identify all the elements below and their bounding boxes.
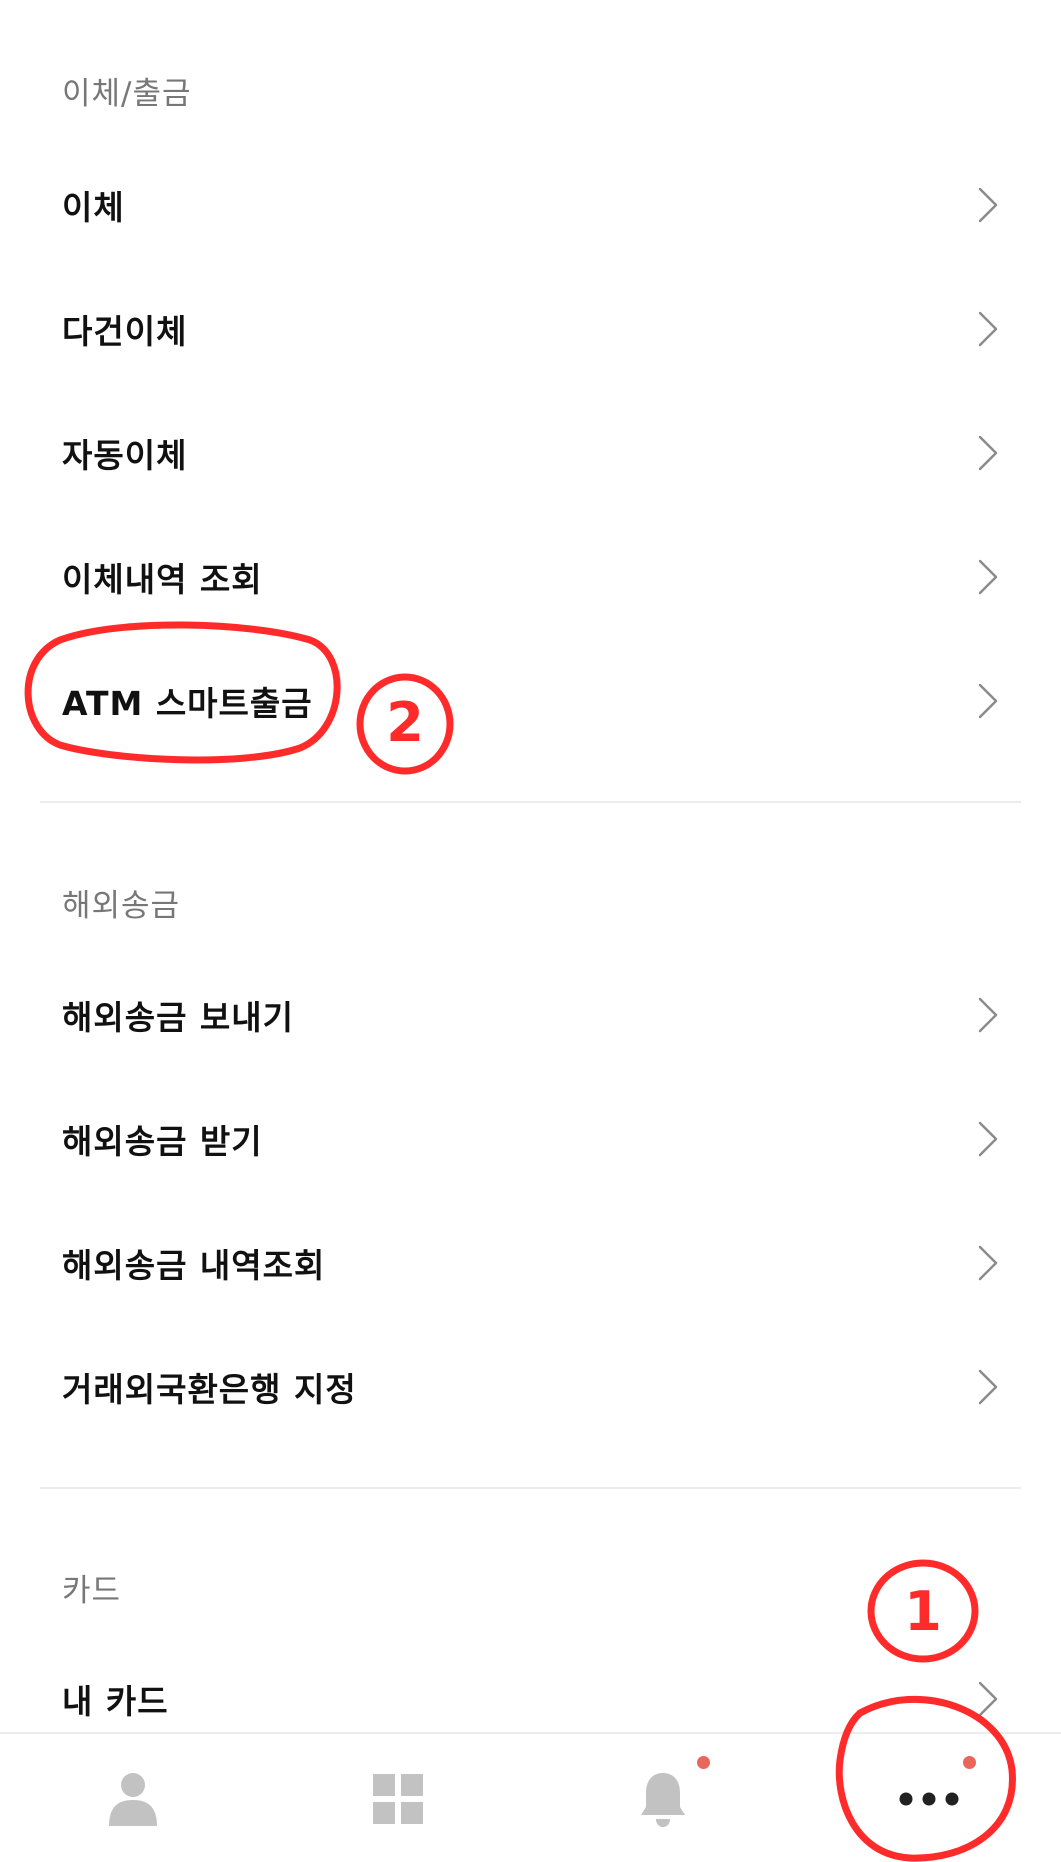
section-title-overseas-remittance: 해외송금 xyxy=(62,888,181,924)
notification-badge xyxy=(697,1756,710,1769)
menu-item-designate-fx-bank[interactable]: 거래외국환은행 지정 xyxy=(0,1325,1061,1449)
bell-icon xyxy=(640,1773,685,1827)
menu-item-label: 자동이체 xyxy=(62,436,188,475)
menu-item-multi-transfer[interactable]: 다건이체 xyxy=(0,267,1061,391)
menu-item-label: 해외송금 보내기 xyxy=(62,998,295,1037)
section-divider xyxy=(40,1487,1021,1489)
section-title-transfer: 이체/출금 xyxy=(62,76,192,112)
nav-home-grid-button[interactable] xyxy=(265,1734,530,1862)
person-icon xyxy=(108,1773,157,1826)
nav-profile-button[interactable] xyxy=(0,1734,265,1862)
menu-item-atm-smart-withdrawal[interactable]: ATM 스마트출금 xyxy=(0,639,1061,763)
menu-item-label: 내 카드 xyxy=(62,1682,169,1721)
nav-notifications-button[interactable] xyxy=(530,1734,795,1862)
chevron-right-icon xyxy=(977,310,999,348)
menu-screen: 이체/출금 이체 다건이체 자동이체 이체내역 조회 ATM 스마트출금 해외송… xyxy=(0,0,1061,1862)
menu-item-label: 거래외국환은행 지정 xyxy=(62,1370,357,1409)
menu-item-label: 다건이체 xyxy=(62,312,188,351)
chevron-right-icon xyxy=(977,434,999,472)
chevron-right-icon xyxy=(977,682,999,720)
chevron-right-icon xyxy=(977,1244,999,1282)
chevron-right-icon xyxy=(977,996,999,1034)
bottom-navigation-bar xyxy=(0,1732,1061,1862)
menu-item-transfer-history[interactable]: 이체내역 조회 xyxy=(0,515,1061,639)
nav-more-button[interactable] xyxy=(796,1734,1061,1862)
more-badge xyxy=(963,1756,976,1769)
grid-icon xyxy=(372,1774,423,1824)
menu-item-auto-transfer[interactable]: 자동이체 xyxy=(0,391,1061,515)
menu-item-remittance-history[interactable]: 해외송금 내역조회 xyxy=(0,1201,1061,1325)
menu-item-transfer[interactable]: 이체 xyxy=(0,143,1061,267)
menu-item-label: 이체내역 조회 xyxy=(62,560,263,599)
chevron-right-icon xyxy=(977,1120,999,1158)
chevron-right-icon xyxy=(977,186,999,224)
more-icon xyxy=(899,1792,958,1806)
menu-item-label: 이체 xyxy=(62,188,125,227)
menu-item-send-remittance[interactable]: 해외송금 보내기 xyxy=(0,953,1061,1077)
chevron-right-icon xyxy=(977,1368,999,1406)
section-divider xyxy=(40,801,1021,803)
menu-item-label: 해외송금 내역조회 xyxy=(62,1246,326,1285)
menu-item-label: 해외송금 받기 xyxy=(62,1122,263,1161)
section-title-card: 카드 xyxy=(62,1573,122,1609)
menu-item-receive-remittance[interactable]: 해외송금 받기 xyxy=(0,1077,1061,1201)
chevron-right-icon xyxy=(977,1680,999,1718)
menu-item-label: ATM 스마트출금 xyxy=(62,684,313,723)
chevron-right-icon xyxy=(977,558,999,596)
